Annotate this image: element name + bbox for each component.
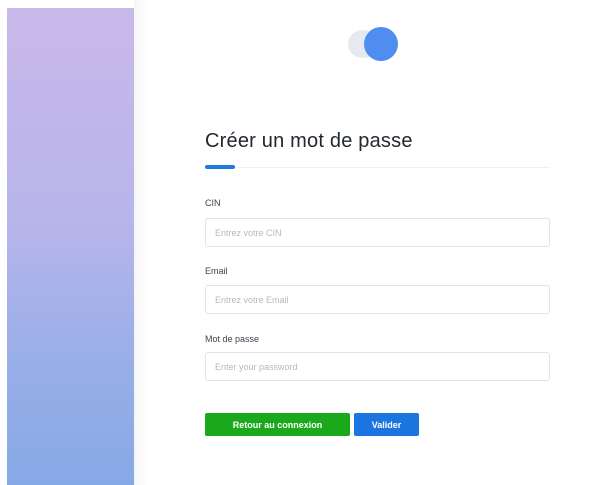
submit-button[interactable]: Valider: [354, 413, 419, 436]
cin-input[interactable]: [205, 218, 550, 247]
logo-front-circle: [364, 27, 398, 61]
panel-divider-shadow: [134, 0, 148, 485]
create-password-page: Créer un mot de passe CIN Email Mot de p…: [0, 0, 603, 485]
password-label: Mot de passe: [205, 334, 260, 344]
title-accent-bar: [205, 165, 235, 169]
email-label: Email: [205, 266, 228, 276]
page-title: Créer un mot de passe: [205, 130, 413, 152]
cin-label: CIN: [205, 198, 221, 208]
email-input[interactable]: [205, 285, 550, 314]
password-input[interactable]: [205, 352, 550, 381]
logo-icon: [348, 26, 412, 62]
back-to-login-button[interactable]: Retour au connexion: [205, 413, 350, 436]
title-divider: [205, 167, 550, 168]
side-gradient-panel: [7, 8, 134, 485]
